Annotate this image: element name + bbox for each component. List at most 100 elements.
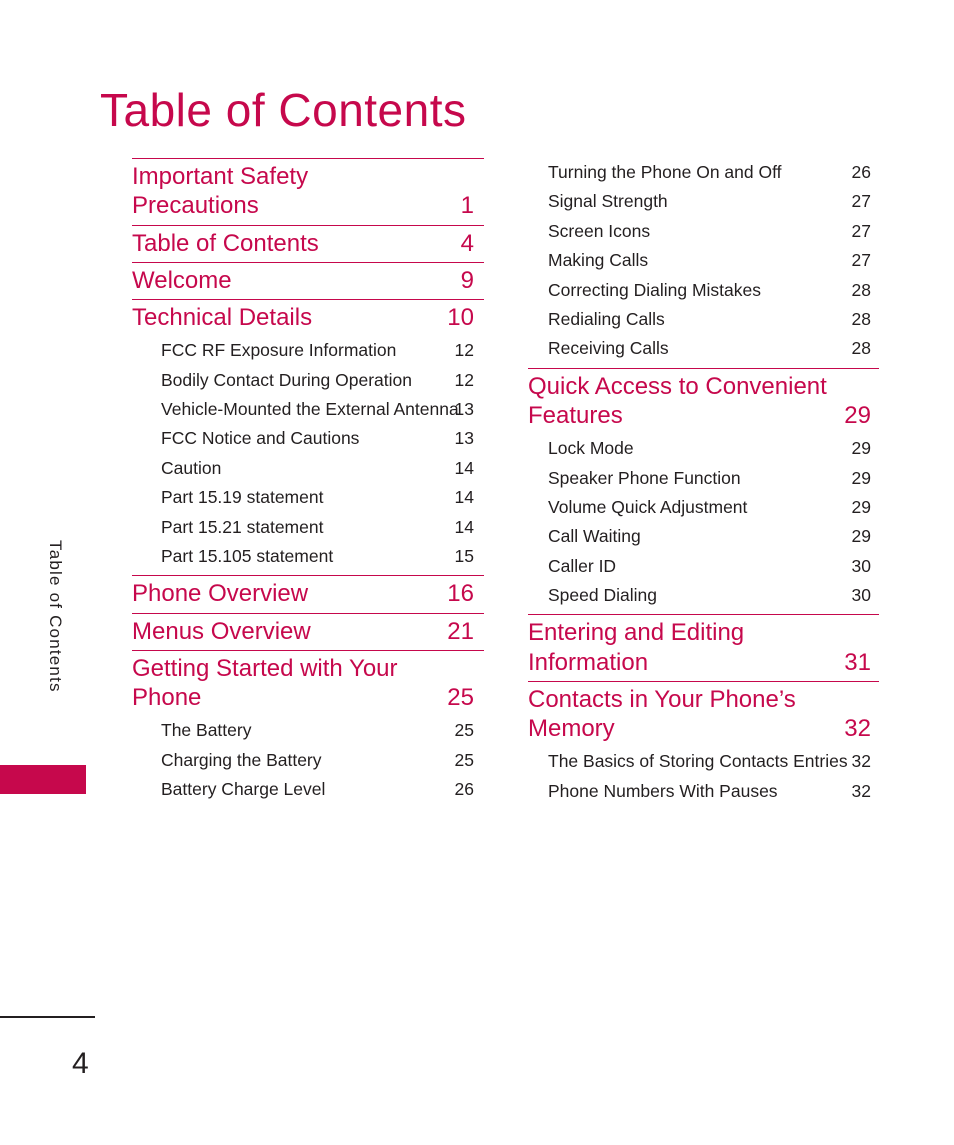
toc-entry-caution[interactable]: Caution 14 — [161, 454, 484, 483]
toc-entry-page-number: 29 — [844, 401, 871, 429]
toc-entry-bodily-contact-during-operation[interactable]: Bodily Contact During Operation 12 — [161, 366, 484, 395]
toc-entry-redialing-calls[interactable]: Redialing Calls 28 — [548, 305, 879, 334]
toc-entry-page-number: 29 — [851, 496, 871, 517]
toc-entry-welcome[interactable]: Welcome 9 — [132, 261, 484, 299]
toc-entry-the-basics-of-storing-contacts-entries[interactable]: The Basics of Storing Contacts Entries 32 — [548, 747, 879, 776]
toc-entry-label: Part 15.105 statement — [161, 545, 334, 566]
toc-entry-page-number: 32 — [844, 715, 871, 743]
toc-entry-fcc-rf-exposure-information[interactable]: FCC RF Exposure Information 12 — [161, 336, 484, 365]
toc-entry-speaker-phone-function[interactable]: Speaker Phone Function 29 — [548, 464, 879, 493]
toc-entry-part-15-105-statement[interactable]: Part 15.105 statement 15 — [161, 542, 484, 571]
toc-entry-page-number: 13 — [454, 428, 474, 449]
toc-entry-contacts-in-your-phones-memory[interactable]: Contacts in Your Phone’s Memory 32 — [528, 680, 879, 748]
toc-entry-label: Bodily Contact During Operation — [161, 369, 412, 390]
toc-sub-group: FCC RF Exposure Information 12 Bodily Cont… — [132, 336, 484, 571]
toc-entry-label: Redialing Calls — [548, 308, 665, 329]
toc-entry-label: Battery Charge Level — [161, 779, 326, 800]
toc-entry-page-number: 14 — [454, 487, 474, 508]
toc-entry-page-number: 25 — [454, 749, 474, 770]
toc-entry-page-number: 28 — [851, 279, 871, 300]
toc-entry-label: Vehicle-Mounted the External Antenna — [161, 399, 459, 420]
toc-entry-label: Menus Overview — [132, 617, 311, 645]
toc-entry-menus-overview[interactable]: Menus Overview 21 — [132, 612, 484, 650]
toc-entry-page-number: 1 — [460, 192, 474, 220]
toc-entry-page-number: 28 — [851, 308, 871, 329]
toc-entry-phone-numbers-with-pauses[interactable]: Phone Numbers With Pauses 32 — [548, 777, 879, 806]
toc-entry-vehicle-mounted-the-external-antenna[interactable]: Vehicle-Mounted the External Antenna 13 — [161, 395, 484, 424]
toc-entry-label: Important Safety Precautions — [132, 163, 309, 220]
toc-column-left: Important Safety Precautions 1 Table of Co… — [132, 158, 484, 809]
toc-entry-label: Screen Icons — [548, 220, 651, 241]
toc-entry-fcc-notice-and-cautions[interactable]: FCC Notice and Cautions 13 — [161, 424, 484, 453]
toc-entry-label: FCC RF Exposure Information — [161, 340, 397, 361]
toc-entry-page-number: 9 — [460, 266, 474, 294]
toc-entry-turning-the-phone-on-and-off[interactable]: Turning the Phone On and Off 26 — [548, 158, 879, 187]
toc-entry-page-number: 10 — [447, 304, 474, 332]
toc-entry-speed-dialing[interactable]: Speed Dialing 30 — [548, 581, 879, 610]
toc-entry-technical-details[interactable]: Technical Details 10 — [132, 299, 484, 336]
toc-entry-page-number: 27 — [851, 250, 871, 271]
toc-entry-important-safety-precautions[interactable]: Important Safety Precautions 1 — [132, 158, 484, 225]
toc-entry-page-number: 27 — [851, 220, 871, 241]
toc-entry-page-number: 28 — [851, 338, 871, 359]
toc-entry-label: Quick Access to Convenient Features — [528, 372, 827, 429]
toc-entry-phone-overview[interactable]: Phone Overview 16 — [132, 575, 484, 612]
toc-entry-label: Caution — [161, 457, 222, 478]
toc-entry-label: The Battery — [161, 720, 252, 741]
toc-entry-part-15-21-statement[interactable]: Part 15.21 statement 14 — [161, 513, 484, 542]
toc-entry-receiving-calls[interactable]: Receiving Calls 28 — [548, 334, 879, 363]
toc-entry-label: Welcome — [132, 266, 232, 294]
toc-entry-label: Making Calls — [548, 250, 649, 271]
toc-entry-page-number: 27 — [851, 191, 871, 212]
toc-entry-page-number: 32 — [851, 751, 871, 772]
toc-entry-quick-access-to-convenient-features[interactable]: Quick Access to Convenient Features 29 — [528, 367, 879, 435]
toc-entry-label: Entering and Editing Information — [528, 619, 745, 676]
toc-entry-page-number: 29 — [851, 438, 871, 459]
toc-entry-getting-started-with-your-phone[interactable]: Getting Started with Your Phone 25 — [132, 649, 484, 717]
toc-entry-label: Phone Numbers With Pauses — [548, 780, 778, 801]
page-title: Table of Contents — [100, 83, 467, 136]
toc-entry-label: Volume Quick Adjustment — [548, 496, 748, 517]
toc-entry-table-of-contents[interactable]: Table of Contents 4 — [132, 224, 484, 262]
toc-entry-page-number: 4 — [460, 229, 474, 257]
toc-entry-label: Charging the Battery — [161, 749, 322, 770]
toc-entry-page-number: 25 — [447, 684, 474, 712]
toc-entry-label: Technical Details — [132, 304, 313, 332]
toc-entry-screen-icons[interactable]: Screen Icons 27 — [548, 217, 879, 246]
toc-entry-label: Lock Mode — [548, 438, 634, 459]
toc-entry-correcting-dialing-mistakes[interactable]: Correcting Dialing Mistakes 28 — [548, 276, 879, 305]
toc-entry-label: Speed Dialing — [548, 585, 657, 606]
toc-entry-page-number: 30 — [851, 585, 871, 606]
toc-sub-group: The Battery 25 Charging the Battery 25 Batte… — [132, 716, 484, 804]
toc-sub-group: The Basics of Storing Contacts Entries 32… — [528, 747, 879, 806]
footer-rule — [0, 1016, 95, 1018]
toc-entry-page-number: 29 — [851, 526, 871, 547]
toc-entry-page-number: 16 — [447, 580, 474, 608]
toc-entry-label: Call Waiting — [548, 526, 641, 547]
toc-entry-label: The Basics of Storing Contacts Entries — [548, 751, 848, 772]
toc-entry-entering-and-editing-information[interactable]: Entering and Editing Information 31 — [528, 614, 879, 681]
side-tab-label: Table of Contents — [46, 540, 65, 693]
toc-entry-label: Signal Strength — [548, 191, 668, 212]
toc-entry-caller-id[interactable]: Caller ID 30 — [548, 552, 879, 581]
page-number: 4 — [72, 1047, 89, 1080]
toc-entry-page-number: 26 — [851, 162, 871, 182]
toc-entry-label: Turning the Phone On and Off — [548, 162, 782, 182]
toc-entry-page-number: 25 — [454, 720, 474, 741]
toc-entry-charging-the-battery[interactable]: Charging the Battery 25 — [161, 746, 484, 775]
toc-entry-label: Correcting Dialing Mistakes — [548, 279, 761, 300]
toc-entry-the-battery[interactable]: The Battery 25 — [161, 716, 484, 745]
toc-entry-page-number: 30 — [851, 555, 871, 576]
toc-entry-making-calls[interactable]: Making Calls 27 — [548, 246, 879, 275]
toc-entry-part-15-19-statement[interactable]: Part 15.19 statement 14 — [161, 483, 484, 512]
toc-entry-label: Speaker Phone Function — [548, 467, 741, 488]
toc-entry-call-waiting[interactable]: Call Waiting 29 — [548, 522, 879, 551]
toc-entry-battery-charge-level[interactable]: Battery Charge Level 26 — [161, 775, 484, 804]
toc-entry-label: Getting Started with Your Phone — [132, 654, 398, 712]
toc-entry-signal-strength[interactable]: Signal Strength 27 — [548, 187, 879, 216]
toc-entry-page-number: 29 — [851, 467, 871, 488]
toc-sub-group: Lock Mode 29 Speaker Phone Function 29 Volum… — [528, 434, 879, 610]
toc-entry-volume-quick-adjustment[interactable]: Volume Quick Adjustment 29 — [548, 493, 879, 522]
toc-entry-lock-mode[interactable]: Lock Mode 29 — [548, 434, 879, 463]
